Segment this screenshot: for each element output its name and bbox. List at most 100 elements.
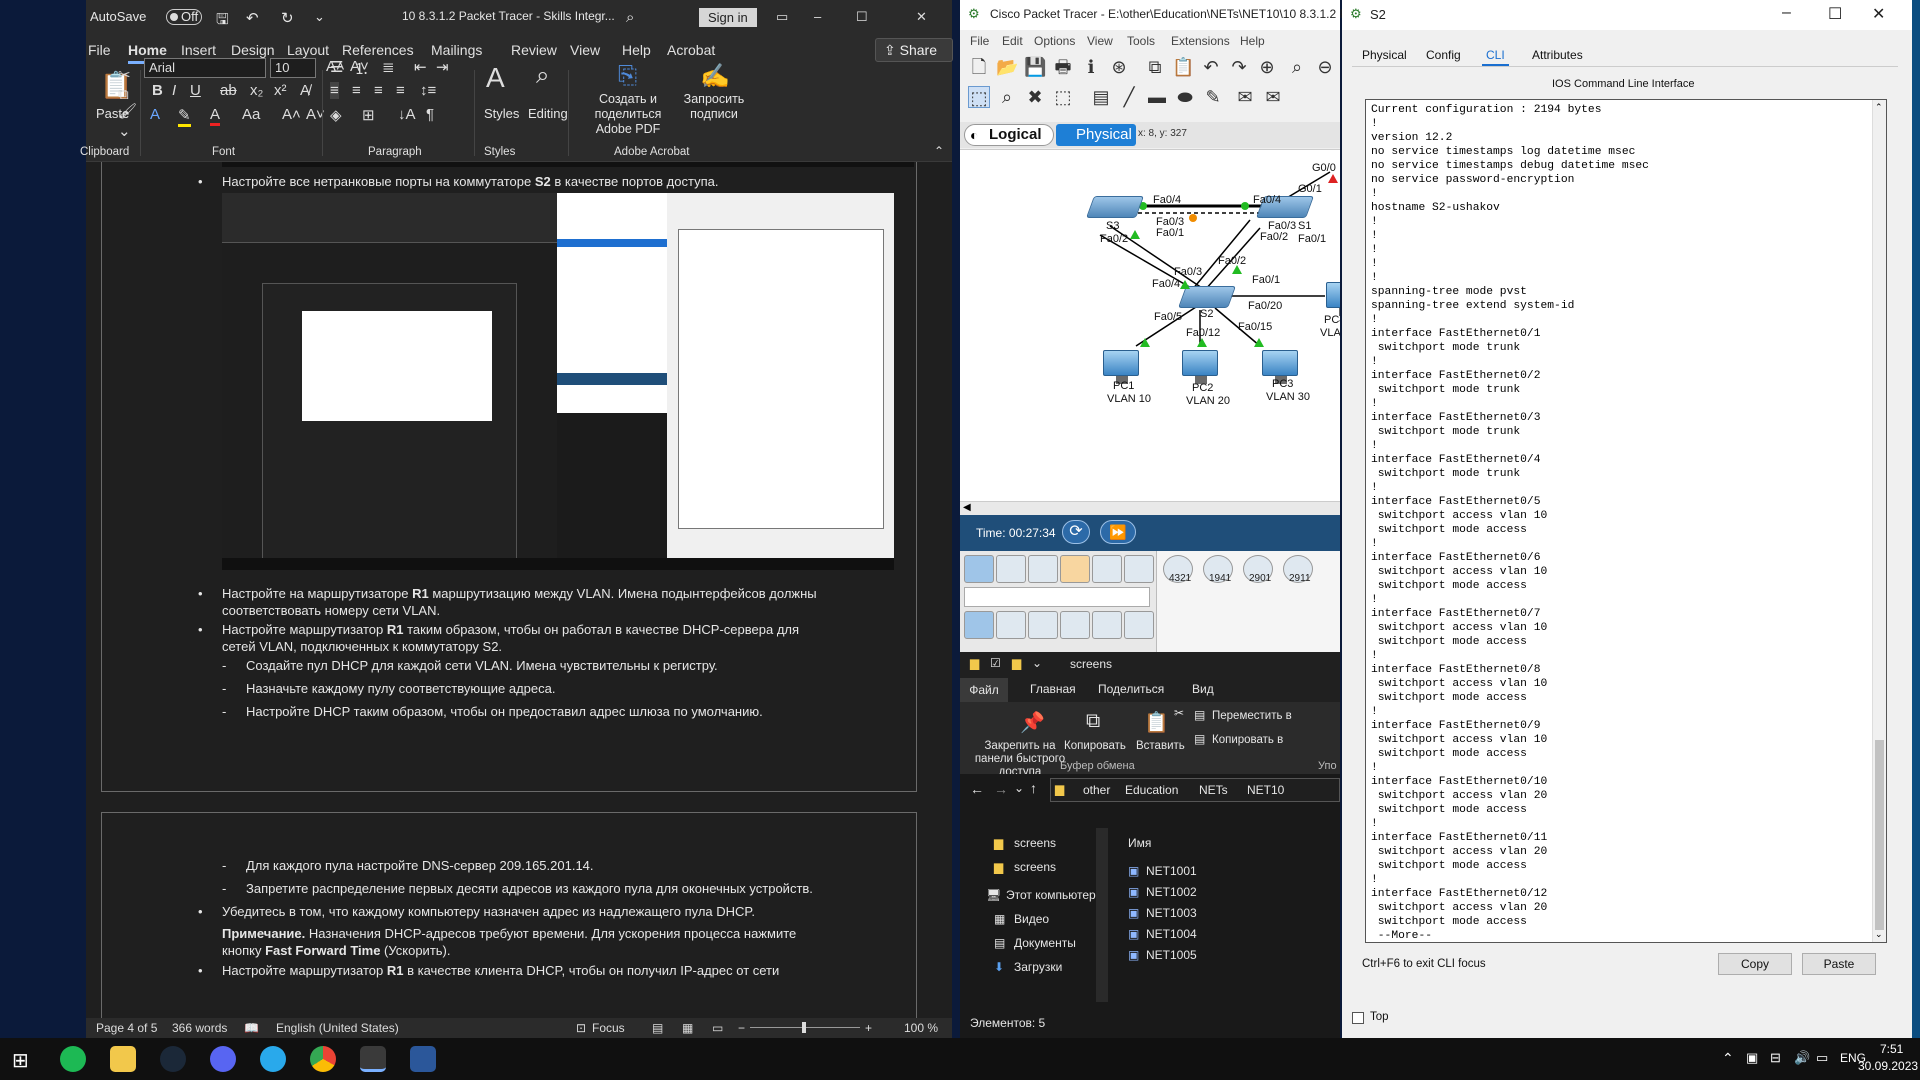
tab-home[interactable]: Home	[128, 42, 167, 64]
print-icon[interactable]: 🖶	[1052, 56, 1074, 78]
zoom-out-icon[interactable]: −	[738, 1021, 745, 1035]
file-item[interactable]: NET1004	[1146, 927, 1197, 941]
tab-layout[interactable]: Layout	[287, 42, 329, 58]
explorer-copy-icon[interactable]: ⧉	[1086, 710, 1100, 733]
pc2-device[interactable]	[1182, 350, 1218, 384]
open-icon[interactable]: 📂	[996, 56, 1018, 78]
font-color-icon[interactable]: A	[210, 106, 221, 126]
editing-icon[interactable]: ⌕	[536, 62, 549, 90]
sub-security-icon[interactable]	[1092, 611, 1122, 639]
packet-tracer-taskbar-icon[interactable]	[360, 1046, 386, 1072]
simple-pdu-icon[interactable]: ✉	[1234, 86, 1256, 108]
decrease-indent-icon[interactable]: ⇤	[414, 58, 427, 76]
forward-icon[interactable]: →	[994, 781, 1008, 797]
align-center-icon[interactable]: ≡	[352, 82, 361, 99]
tab-cli[interactable]: CLI	[1482, 48, 1509, 67]
zoom-in-icon[interactable]: ⊕	[1256, 56, 1278, 78]
font-size-input[interactable]: 10	[270, 58, 316, 78]
delete-icon[interactable]: ✖	[1024, 86, 1046, 108]
switch-s3[interactable]	[1085, 196, 1145, 218]
autosave-toggle[interactable]: Off	[166, 9, 202, 25]
focus-icon[interactable]: ⊡	[576, 1021, 586, 1035]
tab-mailings[interactable]: Mailings	[431, 42, 482, 58]
pilcrow-icon[interactable]: ¶	[426, 106, 434, 123]
minimize-icon[interactable]: –	[814, 9, 821, 24]
tab-insert[interactable]: Insert	[181, 42, 216, 58]
numbering-icon[interactable]: ⒈	[354, 58, 369, 79]
inspect-icon[interactable]: ⌕	[996, 86, 1018, 108]
styles-button[interactable]: Styles	[484, 106, 519, 121]
sub-switches-icon[interactable]	[996, 611, 1026, 639]
cli-terminal[interactable]: Current configuration : 2194 bytes ! ver…	[1365, 99, 1887, 943]
nav-this-pc[interactable]: Этот компьютер	[1006, 888, 1096, 902]
clock-date[interactable]: 30.09.2023	[1858, 1059, 1918, 1073]
network-icon[interactable]: ⊟	[1770, 1050, 1781, 1066]
breadcrumb-net10[interactable]: NET10	[1247, 783, 1284, 797]
pt-menu-file[interactable]: File	[970, 34, 989, 48]
category-connections-icon[interactable]	[1060, 555, 1090, 583]
page-count[interactable]: Page 4 of 5	[96, 1021, 157, 1035]
zoom-reset-icon[interactable]: ⌕	[1286, 56, 1308, 78]
request-sign-button[interactable]: Запросить подписи	[682, 92, 746, 122]
spotify-icon[interactable]	[60, 1046, 86, 1072]
file-item[interactable]: NET1001	[1146, 864, 1197, 878]
close-icon[interactable]: ✕	[1872, 4, 1885, 24]
breadcrumb-education[interactable]: Education	[1125, 783, 1178, 797]
explorer-tab-share[interactable]: Поделиться	[1098, 682, 1164, 696]
underline-icon[interactable]: U	[190, 82, 201, 99]
request-sign-icon[interactable]: ✍	[700, 62, 730, 91]
collapse-ribbon-icon[interactable]: ⌃	[934, 144, 944, 158]
undo-icon[interactable]: ↶	[1200, 56, 1222, 78]
zoom-thumb[interactable]	[802, 1022, 806, 1033]
ribbon-display-icon[interactable]: ▭	[776, 9, 788, 25]
sub-wan-icon[interactable]	[1124, 611, 1154, 639]
cut-icon[interactable]: ✂	[1174, 706, 1184, 720]
complex-pdu-icon[interactable]: ✉	[1262, 86, 1284, 108]
freeform-icon[interactable]: ✎	[1202, 86, 1224, 108]
zoom-in-icon[interactable]: +	[865, 1021, 872, 1035]
sort-icon[interactable]: ↓A	[398, 106, 416, 123]
shading-icon[interactable]: ◈	[330, 106, 342, 124]
align-left-icon[interactable]: ≡	[330, 82, 339, 99]
format-painter-icon[interactable]: 🖌	[118, 102, 137, 120]
italic-icon[interactable]: I	[172, 82, 176, 99]
pc4-device[interactable]	[1326, 282, 1340, 316]
volume-icon[interactable]: 🔊	[1794, 1050, 1810, 1066]
new-folder-icon[interactable]: ▆	[1012, 656, 1021, 670]
proofing-icon[interactable]: 📖	[244, 1021, 259, 1035]
clear-format-icon[interactable]: A̸	[300, 82, 310, 99]
battery-icon[interactable]: ▭	[1816, 1050, 1828, 1066]
cut-icon[interactable]: ✂	[118, 66, 131, 84]
copy-icon[interactable]: ⧉	[118, 86, 129, 103]
copy-button[interactable]: Copy	[1718, 953, 1792, 975]
sub-hubs-icon[interactable]	[1028, 611, 1058, 639]
back-icon[interactable]: ←	[970, 781, 984, 797]
up-icon[interactable]: ↑	[1030, 780, 1037, 796]
pin-icon[interactable]: 📌	[1020, 710, 1045, 735]
multilevel-icon[interactable]: ≣	[382, 58, 395, 76]
focus-button[interactable]: Focus	[592, 1021, 625, 1035]
pt-menu-tools[interactable]: Tools	[1127, 34, 1155, 48]
nav-video[interactable]: Видео	[1014, 912, 1049, 926]
document-title[interactable]: 10 8.3.1.2 Packet Tracer - Skills Integr…	[402, 9, 615, 23]
tab-review[interactable]: Review	[511, 42, 557, 58]
fast-forward-icon[interactable]: ⏩	[1100, 520, 1136, 544]
strikethrough-icon[interactable]: ab	[220, 82, 237, 99]
change-case-icon[interactable]: Aa	[242, 106, 260, 123]
justify-icon[interactable]: ≡	[396, 82, 405, 99]
paste-button[interactable]: Paste	[1802, 953, 1876, 975]
logical-workspace[interactable]: G0/0 G0/1 S3 S1 S2 Fa0/4 Fa0/3 Fa0/1 Fa0…	[960, 149, 1340, 515]
tab-attributes[interactable]: Attributes	[1532, 48, 1583, 62]
highlight-icon[interactable]: ✎	[178, 106, 191, 127]
sub-wireless-icon[interactable]	[1060, 611, 1090, 639]
cli-scroll-thumb[interactable]	[1875, 740, 1884, 930]
save-icon[interactable]: 💾	[1024, 56, 1046, 78]
nav-documents[interactable]: Документы	[1014, 936, 1076, 950]
create-pdf-button[interactable]: Создать и поделиться Adobe PDF	[576, 92, 680, 137]
tab-file[interactable]: File	[88, 42, 111, 58]
windows-start-icon[interactable]: ⊞	[12, 1048, 29, 1073]
text-effects-icon[interactable]: A	[150, 106, 160, 123]
subscript-icon[interactable]: x₂	[250, 82, 263, 99]
share-button[interactable]: ⇪ Share	[875, 38, 953, 62]
pc1-device[interactable]	[1103, 350, 1139, 384]
